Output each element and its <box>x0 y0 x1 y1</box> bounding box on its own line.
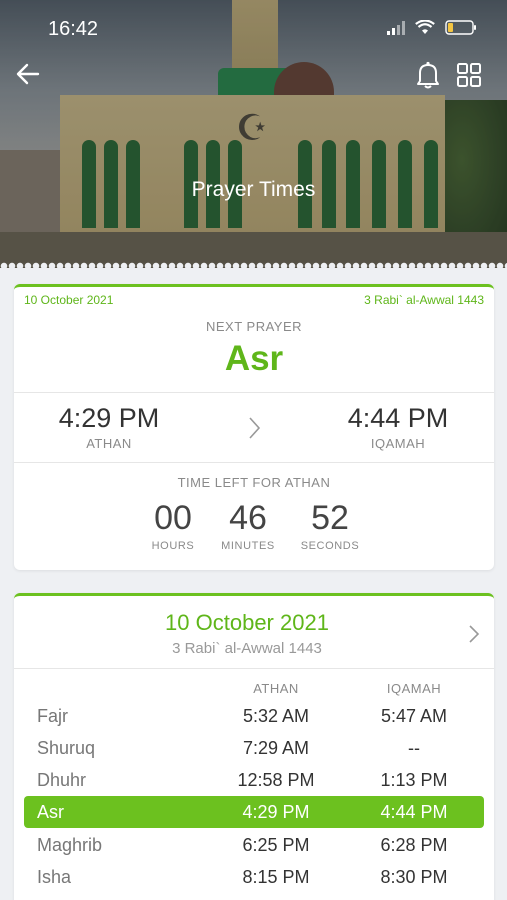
prayer-row-shuruq: Shuruq 7:29 AM -- <box>37 738 420 758</box>
iqamah-time: 4:44 PM <box>347 403 449 433</box>
divider <box>14 462 494 463</box>
column-header-iqamah: IQAMAH <box>386 681 442 696</box>
prayer-row-dhuhr: Dhuhr 12:58 PM 1:13 PM <box>37 770 448 790</box>
schedule-hijri-date: 3 Rabi` al-Awwal 1443 <box>172 640 322 657</box>
athan-label: ATHAN <box>86 436 132 451</box>
next-prayer-name: Asr <box>224 339 284 378</box>
countdown-label: TIME LEFT FOR ATHAN <box>177 475 331 490</box>
status-time: 16:42 <box>48 18 99 40</box>
chevron-right-icon[interactable] <box>468 624 480 644</box>
page-title: Prayer Times <box>191 178 316 201</box>
gregorian-date: 10 October 2021 <box>24 293 114 307</box>
schedule-gregorian-date: 10 October 2021 <box>165 610 329 635</box>
divider <box>14 668 494 669</box>
bell-icon[interactable] <box>414 60 442 90</box>
grid-icon[interactable] <box>456 62 482 88</box>
battery-icon <box>445 20 476 35</box>
prayer-row-asr-active: Asr 4:29 PM 4:44 PM <box>24 796 484 828</box>
wifi-icon <box>415 20 435 34</box>
athan-time-block: 4:29 PM ATHAN <box>29 403 189 451</box>
column-header-athan: ATHAN <box>253 681 299 696</box>
hijri-date: 3 Rabi` al-Awwal 1443 <box>364 293 484 307</box>
mosque-logo-icon: ☪ <box>235 107 269 148</box>
iqamah-time-block: 4:44 PM IQAMAH <box>318 403 478 451</box>
next-prayer-label: NEXT PRAYER <box>205 319 303 334</box>
countdown-minutes: 46 MINUTES <box>221 499 275 552</box>
countdown-seconds: 52 SECONDS <box>300 499 360 552</box>
status-icons <box>387 20 477 35</box>
date-selector[interactable]: 10 October 2021 3 Rabi` al-Awwal 1443 <box>14 596 494 668</box>
prayer-schedule-card: 10 October 2021 3 Rabi` al-Awwal 1443 AT… <box>14 593 494 900</box>
prayer-row-isha: Isha 8:15 PM 8:30 PM <box>37 867 448 887</box>
chevron-right-icon <box>249 417 261 439</box>
next-prayer-card: 10 October 2021 3 Rabi` al-Awwal 1443 NE… <box>14 284 494 570</box>
countdown-hours: 00 HOURS <box>151 499 195 552</box>
signal-icon <box>387 20 405 35</box>
iqamah-label: IQAMAH <box>370 436 426 451</box>
divider <box>14 392 494 393</box>
athan-time: 4:29 PM <box>58 403 160 433</box>
prayer-row-maghrib: Maghrib 6:25 PM 6:28 PM <box>37 835 448 855</box>
prayer-row-fajr: Fajr 5:32 AM 5:47 AM <box>37 706 448 726</box>
back-arrow-icon[interactable] <box>14 60 42 88</box>
